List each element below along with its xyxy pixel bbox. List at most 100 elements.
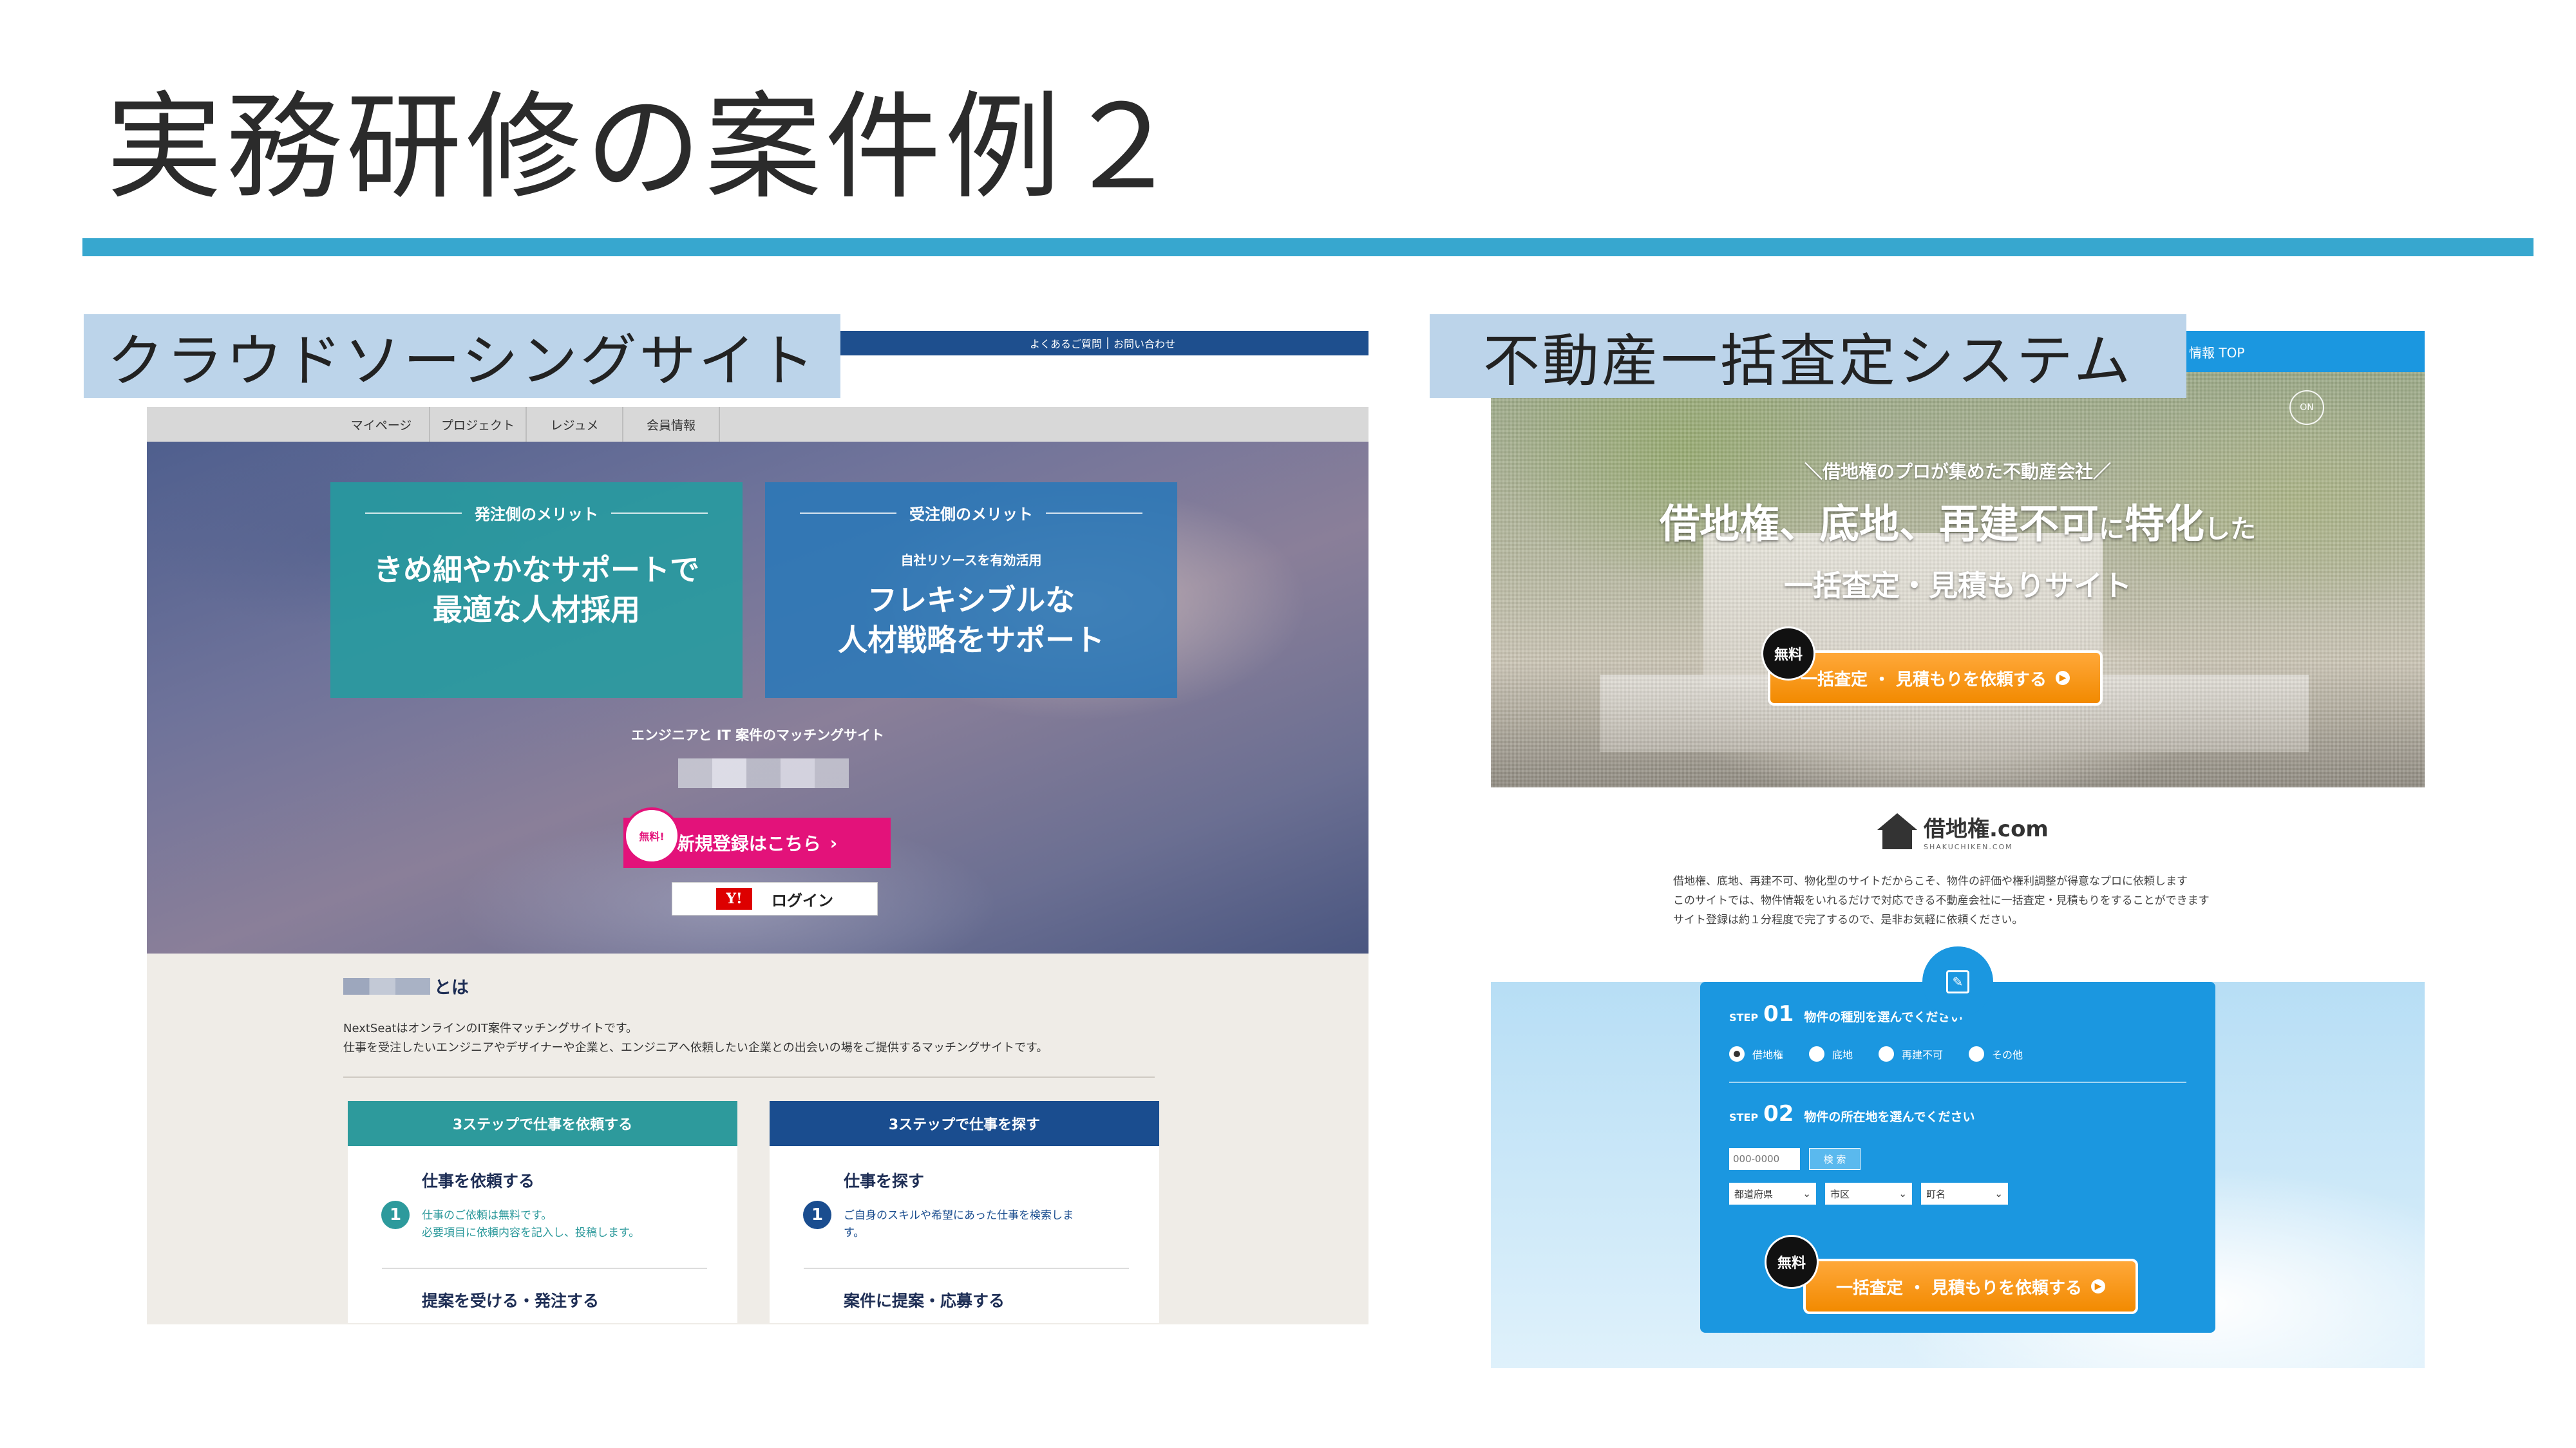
nav-item-project[interactable]: プロジェクト — [430, 407, 527, 442]
form-request-appraisal-button[interactable]: 一括査定 ・ 見積もりを依頼する ▶ — [1803, 1259, 2138, 1314]
contact-link[interactable]: お問い合わせ — [1113, 335, 1175, 351]
hero-subheading: 一括査定・見積もりサイト — [1783, 569, 2132, 603]
worker-merit-sub: 自社リソースを有効活用 — [900, 552, 1042, 568]
radio-no-rebuild[interactable]: 再建不可 — [1879, 1046, 1943, 1062]
sound-toggle-icon[interactable]: ON — [2289, 390, 2324, 425]
town-select[interactable]: 町名 ⌄ — [1921, 1183, 2008, 1205]
nav-item-mypage[interactable]: マイページ — [334, 407, 430, 442]
worker-merit-main: フレキシブルな 人材戦略をサポート — [838, 583, 1104, 658]
free-badge: 無料! — [623, 807, 680, 864]
zip-row: 検 索 — [1729, 1148, 1861, 1170]
request-appraisal-button[interactable]: 一括査定 ・ 見積もりを依頼する ▶ — [1768, 650, 2103, 706]
nav-item-member-info[interactable]: 会員情報 — [623, 407, 720, 442]
worker-merit-card: 受注側のメリット 自社リソースを有効活用 フレキシブルな 人材戦略をサポート — [765, 482, 1177, 698]
radio-label: その他 — [1992, 1049, 2023, 1061]
client-steps-head: 3ステップで仕事を依頼する — [348, 1101, 737, 1146]
worker-step-next: 案件に提案・応募する — [844, 1292, 1005, 1311]
client-step-desc: 仕事のご依頼は無料です。 必要項目に依頼内容を記入し、投稿します。 — [422, 1209, 640, 1240]
hero-tagline: エンジニアと IT 案件のマッチングサイト — [630, 728, 885, 743]
hero-heading-ni: に — [2099, 514, 2125, 544]
property-type-radios: 借地権 底地 再建不可 その他 — [1729, 1046, 2023, 1062]
step-divider — [382, 1268, 707, 1270]
about-section: とは NextSeatはオンラインのIT案件マッチングサイトです。 仕事を受注し… — [343, 973, 1180, 1078]
hero-heading-shita: した — [2204, 514, 2257, 544]
about-divider — [343, 1077, 1155, 1078]
edit-form-icon: ✎ — [1946, 970, 1969, 993]
worker-merit-heading: 受注側のメリット — [909, 505, 1033, 523]
yahoo-icon: Y! — [716, 888, 752, 910]
nav-item-resume[interactable]: レジュメ — [527, 407, 623, 442]
select-value: 市区 — [1830, 1188, 1850, 1200]
client-merit-card: 発注側のメリット きめ細やかなサポートで 最適な人材採用 — [330, 482, 743, 698]
worker-steps-card: 3ステップで仕事を探す 1 仕事を探す ご自身のスキルや希望にあった仕事を検索し… — [770, 1101, 1159, 1323]
hero-heading-tokka: 特化 — [2125, 500, 2205, 547]
step-label: STEP — [1729, 1011, 1759, 1024]
yahoo-login-button[interactable]: Y! ログイン — [672, 882, 878, 916]
radio-label: 再建不可 — [1902, 1049, 1944, 1061]
about-title: とは — [343, 973, 1180, 999]
worker-step-title[interactable]: 仕事を探す — [844, 1169, 1159, 1192]
prefecture-select[interactable]: 都道府県 ⌄ — [1729, 1183, 1816, 1205]
client-step-title[interactable]: 仕事を依頼する — [422, 1169, 737, 1192]
form-step-1: STEP 01 物件の種別を選んでください — [1729, 1001, 1962, 1027]
hero-kicker: ＼借地権のプロが集めた不動産会社／ — [1804, 461, 2111, 482]
realestate-topbar: 情報 TOP — [2186, 331, 2425, 372]
slide-title: 実務研修の案件例２ — [106, 80, 1185, 215]
brand-name: 借地権.com — [1924, 816, 2049, 842]
brand-intro: 借地権、底地、再建不可、物化型のサイトだからこそ、物件の評価や権利調整が得意なプ… — [1673, 875, 2210, 926]
free-badge: 無料 — [1761, 626, 1815, 681]
client-steps-body: 1 仕事を依頼する 仕事のご依頼は無料です。 必要項目に依頼内容を記入し、投稿し… — [348, 1146, 737, 1312]
worker-merit-head: 受注側のメリット — [765, 502, 1177, 524]
blurred-site-name — [343, 977, 430, 995]
worker-steps-body: 1 仕事を探す ご自身のスキルや希望にあった仕事を検索しま す。 案件に提案・応… — [770, 1146, 1159, 1312]
chevron-down-icon: ⌄ — [1994, 1188, 2003, 1199]
radio-dot-selected[interactable] — [1729, 1046, 1745, 1062]
free-badge-form: 無料 — [1765, 1235, 1819, 1289]
faq-link[interactable]: よくあるご質問 — [1030, 335, 1102, 351]
blurred-logo — [678, 758, 849, 788]
crowd-hero: 発注側のメリット きめ細やかなサポートで 最適な人材採用 受注側のメリット 自社… — [147, 442, 1368, 954]
title-rule — [82, 238, 2533, 256]
step-number: 02 — [1763, 1101, 1794, 1127]
client-steps-card: 3ステップで仕事を依頼する 1 仕事を依頼する 仕事のご依頼は無料です。 必要項… — [348, 1101, 737, 1323]
hero-heading-main: 借地権、底地、再建不可 — [1659, 500, 2099, 547]
radio-other[interactable]: その他 — [1969, 1046, 2023, 1062]
zip-search-button[interactable]: 検 索 — [1809, 1148, 1861, 1170]
house-icon — [1877, 813, 1917, 849]
info-top-link[interactable]: 情報 TOP — [2189, 343, 2244, 361]
cta-label: 一括査定 ・ 見積もりを依頼する — [1800, 670, 2047, 690]
topbar-divider — [1106, 337, 1108, 349]
address-selects: 都道府県 ⌄ 市区 ⌄ 町名 ⌄ — [1729, 1183, 2008, 1205]
section-label-crowdsourcing: クラウドソーシングサイト — [84, 314, 840, 398]
client-merit-head: 発注側のメリット — [330, 502, 743, 524]
play-arrow-icon: ▶ — [2091, 1279, 2106, 1293]
radio-dot[interactable] — [1809, 1046, 1825, 1062]
radio-label: 借地権 — [1752, 1049, 1784, 1061]
radio-label: 底地 — [1832, 1049, 1853, 1061]
city-select[interactable]: 市区 ⌄ — [1825, 1183, 1912, 1205]
radio-leasehold[interactable]: 借地権 — [1729, 1046, 1783, 1062]
step-divider — [804, 1268, 1129, 1270]
step-number: 01 — [1763, 1001, 1794, 1027]
select-value: 町名 — [1926, 1188, 1946, 1200]
worker-steps-head: 3ステップで仕事を探す — [770, 1101, 1159, 1146]
radio-land[interactable]: 底地 — [1809, 1046, 1853, 1062]
step-label: STEP — [1729, 1111, 1759, 1124]
about-text: NextSeatはオンラインのIT案件マッチングサイトです。 仕事を受注したいエ… — [343, 1022, 1048, 1055]
section-label-realestate: 不動産一括査定システム — [1430, 314, 2186, 398]
radio-dot[interactable] — [1969, 1046, 1985, 1062]
crowd-nav: マイページ プロジェクト レジュメ 会員情報 — [147, 407, 1368, 442]
form-step-2: STEP 02 物件の所在地を選んでください — [1729, 1101, 1975, 1127]
brand-subtitle: SHAKUCHIKEN.COM — [1924, 843, 2013, 851]
chevron-down-icon: ⌄ — [1899, 1188, 1907, 1199]
zip-input[interactable] — [1729, 1148, 1800, 1170]
crowd-topbar: よくあるご質問 お問い合わせ — [840, 331, 1368, 355]
step-prompt: 物件の所在地を選んでください — [1804, 1110, 1975, 1124]
realestate-hero: ON ＼借地権のプロが集めた不動産会社／ 借地権、底地、再建不可に特化した 一括… — [1491, 372, 2425, 787]
login-label: ログイン — [772, 891, 833, 910]
step-number: 1 — [803, 1201, 831, 1229]
step-number: 1 — [381, 1201, 410, 1229]
hero-heading: 借地権、底地、再建不可に特化した — [1491, 491, 2425, 549]
radio-dot[interactable] — [1879, 1046, 1895, 1062]
chevron-down-icon: ⌄ — [1803, 1188, 1811, 1199]
